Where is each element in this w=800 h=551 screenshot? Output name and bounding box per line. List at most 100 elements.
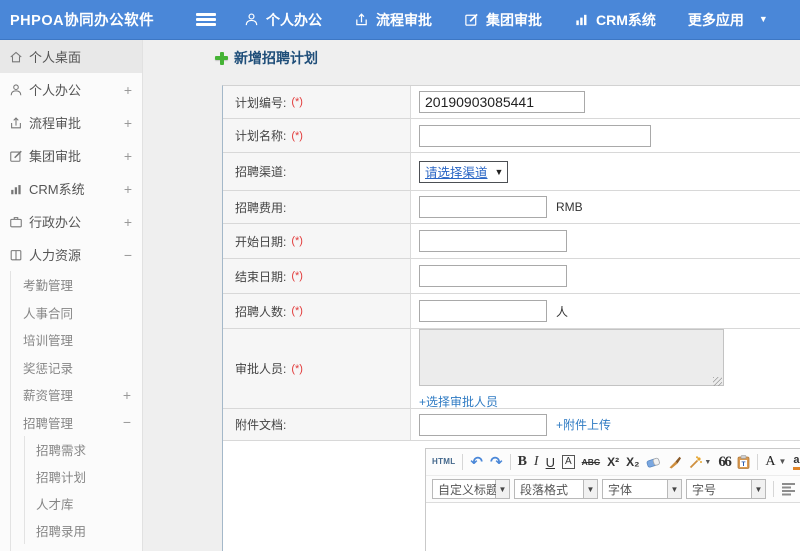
- font-family-select[interactable]: 字体 ▼: [602, 479, 682, 499]
- required-marker: (*): [291, 305, 303, 317]
- format-brush-button[interactable]: [668, 455, 682, 469]
- channel-select[interactable]: 请选择渠道 ▼: [419, 160, 509, 183]
- approver-textarea[interactable]: [419, 328, 724, 386]
- fee-input[interactable]: [419, 196, 547, 218]
- required-marker: (*): [291, 129, 303, 142]
- sidebar-item-personnel-contract[interactable]: 人事合同: [11, 299, 142, 327]
- required-marker: (*): [291, 96, 303, 108]
- paragraph-format-select[interactable]: 段落格式 ▼: [514, 479, 598, 499]
- font-color-button[interactable]: A ▼: [765, 455, 786, 469]
- upload-attachment-link[interactable]: +附件上传: [556, 416, 611, 433]
- sidebar-item-crm[interactable]: CRM系统 +: [0, 172, 142, 205]
- nav-item-crm[interactable]: CRM系统: [574, 10, 656, 30]
- field-label: 招聘人数:: [235, 304, 287, 319]
- align-left-button[interactable]: [781, 482, 798, 496]
- heading-select[interactable]: 自定义标题 ▼: [432, 479, 510, 499]
- italic-button[interactable]: I: [534, 455, 539, 469]
- headcount-input[interactable]: [419, 300, 547, 322]
- caret-down-icon: ▼: [584, 479, 598, 499]
- undo-button[interactable]: ↶: [470, 455, 483, 470]
- headcount-unit: 人: [556, 304, 569, 319]
- field-label: 附件文档:: [235, 418, 287, 432]
- highlight-color-button[interactable]: ab: [793, 454, 800, 470]
- end-date-input[interactable]: [419, 265, 567, 287]
- sidebar-item-group-approval[interactable]: 集团审批 +: [0, 139, 142, 172]
- sidebar-item-rewards[interactable]: 奖惩记录: [11, 354, 142, 382]
- editor-toolbar-row1: HTML ↶ ↷ B I U A ABC X² X₂ ▼ 66 T A ▼ a: [426, 449, 800, 476]
- required-marker: (*): [291, 362, 303, 375]
- html-source-button[interactable]: HTML: [432, 458, 455, 466]
- editor-content[interactable]: [426, 503, 800, 551]
- sidebar-item-admin-office[interactable]: 行政办公 +: [0, 205, 142, 238]
- sidebar-item-training[interactable]: 培训管理: [11, 326, 142, 354]
- expand-icon[interactable]: +: [124, 148, 132, 164]
- magic-wand-icon: [690, 455, 703, 468]
- sidebar-item-label: 流程审批: [29, 116, 82, 131]
- nav-label: 个人办公: [266, 11, 322, 28]
- expand-icon[interactable]: +: [124, 115, 132, 131]
- blockquote-button[interactable]: 66: [718, 454, 732, 470]
- collapse-icon[interactable]: −: [124, 247, 132, 263]
- field-label: 审批人员:: [235, 362, 287, 376]
- select-approver-link[interactable]: +选择审批人员: [419, 393, 498, 410]
- sidebar-item-recruit-plan[interactable]: 招聘计划: [25, 463, 142, 490]
- expand-icon[interactable]: +: [123, 387, 142, 403]
- redo-button[interactable]: ↷: [490, 455, 503, 470]
- sidebar-item-recruit-hire[interactable]: 招聘录用: [25, 517, 142, 544]
- expand-icon[interactable]: +: [124, 82, 132, 98]
- sidebar-item-recruitment[interactable]: 招聘管理 −: [11, 409, 142, 437]
- plan-name-input[interactable]: [419, 124, 651, 147]
- nav-label: CRM系统: [596, 11, 656, 28]
- bold-button[interactable]: B: [518, 455, 527, 469]
- start-date-input[interactable]: [419, 230, 567, 252]
- sidebar-item-desktop[interactable]: 个人桌面: [0, 40, 142, 73]
- collapse-icon[interactable]: −: [123, 414, 142, 430]
- briefcase-icon: [8, 215, 23, 229]
- sidebar-item-label: CRM系统: [29, 182, 85, 197]
- align-left-icon: [782, 483, 795, 496]
- sidebar-item-personnel-management[interactable]: 人事管理 +: [11, 544, 142, 551]
- field-label: 计划名称:: [235, 129, 287, 143]
- form-row-end-date: 结束日期: (*): [223, 259, 800, 294]
- expand-icon[interactable]: +: [124, 214, 132, 230]
- underline-button[interactable]: U: [546, 456, 555, 469]
- nav-item-personal-office[interactable]: 个人办公: [244, 10, 322, 30]
- form-row-approver: 审批人员: (*) +选择审批人员: [223, 328, 800, 410]
- person-icon: [244, 12, 259, 27]
- strikethrough-button[interactable]: ABC: [582, 458, 600, 467]
- form-row-fee: 招聘费用: RMB: [223, 191, 800, 224]
- caret-down-icon: ▼: [494, 166, 504, 177]
- sidebar-item-human-resources[interactable]: 人力资源 −: [0, 238, 142, 271]
- book-icon: [8, 248, 23, 262]
- superscript-button[interactable]: X²: [607, 456, 619, 468]
- sidebar-item-label: 行政办公: [29, 215, 82, 230]
- subscript-button[interactable]: X₂: [626, 456, 639, 468]
- sidebar-item-personal-office[interactable]: 个人办公 +: [0, 73, 142, 106]
- plan-number-input[interactable]: [419, 91, 585, 113]
- person-icon: [8, 83, 23, 97]
- menu-icon[interactable]: [196, 13, 216, 26]
- sidebar-item-salary[interactable]: 薪资管理 +: [11, 381, 142, 409]
- sidebar-item-talent-pool[interactable]: 人才库: [25, 490, 142, 517]
- nav-item-group-approval[interactable]: 集团审批: [464, 10, 542, 30]
- nav-item-more-apps[interactable]: 更多应用 ▼: [688, 10, 768, 30]
- nav-item-workflow-approval[interactable]: 流程审批: [354, 10, 432, 30]
- expand-icon[interactable]: +: [124, 181, 132, 197]
- paste-button[interactable]: T: [737, 455, 750, 469]
- eraser-button[interactable]: [646, 456, 661, 469]
- editor-toolbar-row2: 自定义标题 ▼ 段落格式 ▼ 字体 ▼ 字号 ▼: [426, 476, 800, 503]
- boxed-text-button[interactable]: A: [561, 455, 575, 469]
- app-logo: PHPOA协同办公软件: [10, 13, 155, 29]
- sidebar-item-attendance[interactable]: 考勤管理: [11, 271, 142, 299]
- font-size-select[interactable]: 字号 ▼: [686, 479, 766, 499]
- resize-grip-icon[interactable]: [713, 376, 722, 386]
- app-header: PHPOA协同办公软件 个人办公 流程审批 集团审批 CRM系统 更多应用 ▼: [0, 0, 800, 40]
- autoformat-button[interactable]: ▼: [689, 455, 711, 469]
- form-row-plan-name: 计划名称: (*): [223, 119, 800, 153]
- sidebar-item-recruit-demand[interactable]: 招聘需求: [25, 436, 142, 463]
- attachment-input[interactable]: [419, 413, 547, 436]
- required-marker: (*): [291, 235, 303, 247]
- sidebar-item-workflow-approval[interactable]: 流程审批 +: [0, 106, 142, 139]
- chart-icon: [8, 182, 23, 196]
- caret-down-icon: ▼: [668, 479, 682, 499]
